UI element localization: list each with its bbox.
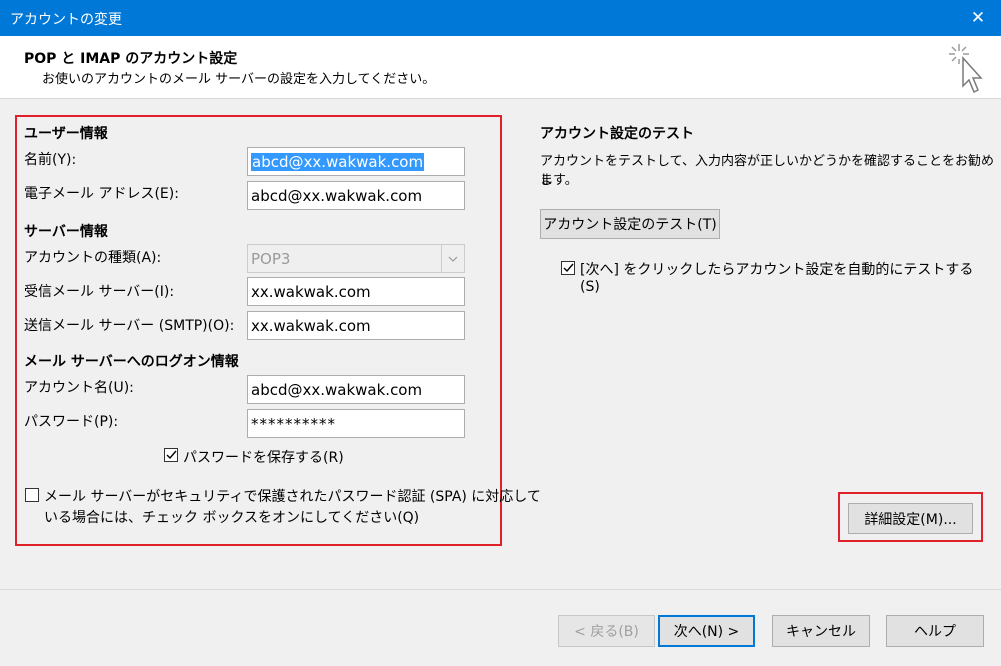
- chevron-down-icon: [441, 245, 464, 272]
- help-button[interactable]: ヘルプ: [886, 615, 984, 647]
- checkmark-icon: [166, 450, 177, 460]
- back-button-label: < 戻る(B): [574, 624, 639, 640]
- account-name-value: abcd@xx.wakwak.com: [251, 381, 423, 399]
- next-button-label: 次へ(N) >: [673, 624, 740, 640]
- save-password-label[interactable]: パスワードを保存する(R): [183, 447, 344, 467]
- account-type-label: アカウントの種類(A):: [24, 250, 162, 266]
- name-value: abcd@xx.wakwak.com: [251, 153, 425, 171]
- email-label: 電子メール アドレス(E):: [24, 186, 179, 202]
- more-settings-button[interactable]: 詳細設定(M)...: [848, 503, 973, 534]
- outgoing-server-field[interactable]: xx.wakwak.com: [247, 311, 465, 340]
- account-name-field[interactable]: abcd@xx.wakwak.com: [247, 375, 465, 404]
- password-field[interactable]: **********: [247, 409, 465, 438]
- server-info-heading: サーバー情報: [24, 224, 108, 240]
- dialog-header: POP と IMAP のアカウント設定 お使いのアカウントのメール サーバーの設…: [0, 36, 1001, 99]
- test-account-button[interactable]: アカウント設定のテスト(T): [540, 209, 720, 239]
- spa-checkbox[interactable]: [25, 488, 39, 502]
- name-field[interactable]: abcd@xx.wakwak.com: [247, 147, 465, 176]
- incoming-server-field[interactable]: xx.wakwak.com: [247, 277, 465, 306]
- window-title: アカウントの変更: [10, 12, 122, 28]
- account-type-value: POP3: [251, 250, 291, 268]
- auto-test-label-line1[interactable]: [次へ] をクリックしたらアカウント設定を自動的にテストする: [580, 259, 973, 279]
- email-value: abcd@xx.wakwak.com: [251, 187, 423, 205]
- name-label: 名前(Y):: [24, 152, 77, 168]
- cancel-button[interactable]: キャンセル: [772, 615, 870, 647]
- test-account-button-label: アカウント設定のテスト(T): [543, 217, 717, 233]
- cursor-sparkle-icon: [949, 44, 983, 94]
- close-icon: ✕: [970, 8, 986, 28]
- next-button[interactable]: 次へ(N) >: [658, 615, 755, 647]
- logon-info-heading: メール サーバーへのログオン情報: [24, 354, 239, 370]
- test-heading: アカウント設定のテスト: [540, 126, 694, 142]
- auto-test-checkbox[interactable]: [561, 261, 575, 275]
- incoming-server-value: xx.wakwak.com: [251, 283, 371, 301]
- close-button[interactable]: ✕: [955, 0, 1001, 36]
- outgoing-server-value: xx.wakwak.com: [251, 317, 371, 335]
- password-value: **********: [251, 415, 336, 433]
- footer-separator: [0, 589, 1001, 590]
- account-type-select[interactable]: POP3: [247, 244, 465, 273]
- header-title: POP と IMAP のアカウント設定: [24, 51, 238, 67]
- test-description-line1: アカウントをテストして、入力内容が正しいかどうかを確認することをお勧めし: [540, 154, 994, 188]
- test-description-line2: ます。: [540, 173, 578, 188]
- title-bar: アカウントの変更 ✕: [0, 0, 1001, 36]
- outgoing-server-label: 送信メール サーバー (SMTP)(O):: [24, 318, 235, 334]
- account-name-label: アカウント名(U):: [24, 380, 134, 396]
- spa-label-line2[interactable]: いる場合には、チェック ボックスをオンにしてください(Q): [44, 507, 419, 527]
- save-password-checkbox[interactable]: [164, 448, 178, 462]
- password-label: パスワード(P):: [24, 414, 119, 430]
- help-button-label: ヘルプ: [914, 624, 956, 640]
- cancel-button-label: キャンセル: [786, 624, 856, 640]
- user-info-heading: ユーザー情報: [24, 126, 108, 142]
- header-subtitle: お使いのアカウントのメール サーバーの設定を入力してください。: [42, 72, 436, 87]
- spa-label-line1[interactable]: メール サーバーがセキュリティで保護されたパスワード認証 (SPA) に対応して: [44, 486, 541, 506]
- incoming-server-label: 受信メール サーバー(I):: [24, 284, 175, 300]
- checkmark-icon: [563, 263, 574, 273]
- back-button[interactable]: < 戻る(B): [558, 615, 655, 647]
- auto-test-label-line2[interactable]: (S): [580, 279, 600, 295]
- email-field[interactable]: abcd@xx.wakwak.com: [247, 181, 465, 210]
- more-settings-button-label: 詳細設定(M)...: [864, 511, 957, 528]
